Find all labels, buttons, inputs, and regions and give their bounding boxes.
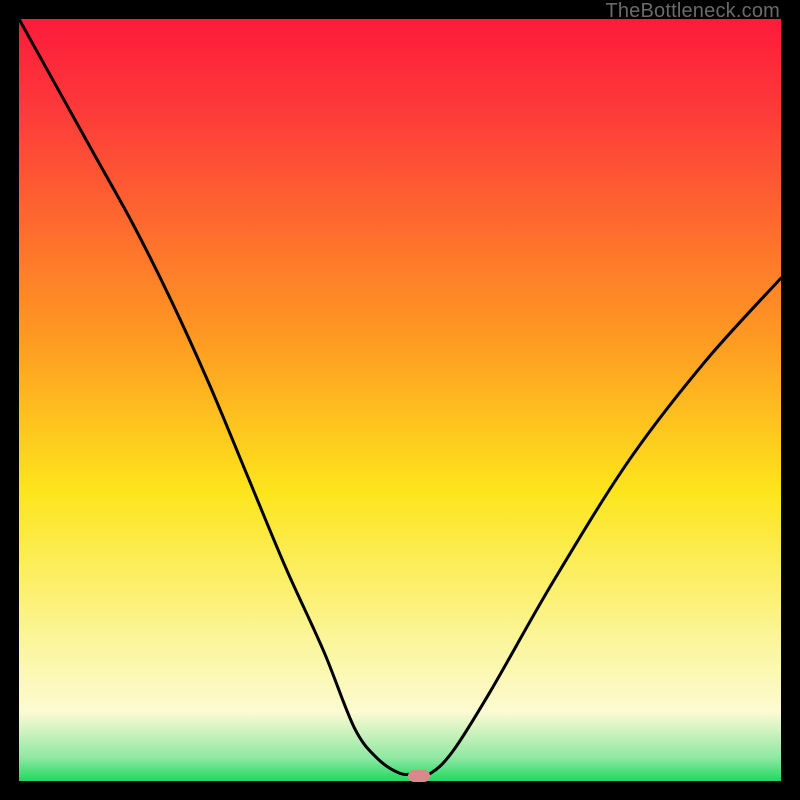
bottleneck-curve xyxy=(19,19,781,781)
watermark-text: TheBottleneck.com xyxy=(605,0,780,23)
chart-frame: TheBottleneck.com xyxy=(0,0,800,800)
optimal-marker xyxy=(408,770,430,782)
plot-area xyxy=(19,19,781,781)
